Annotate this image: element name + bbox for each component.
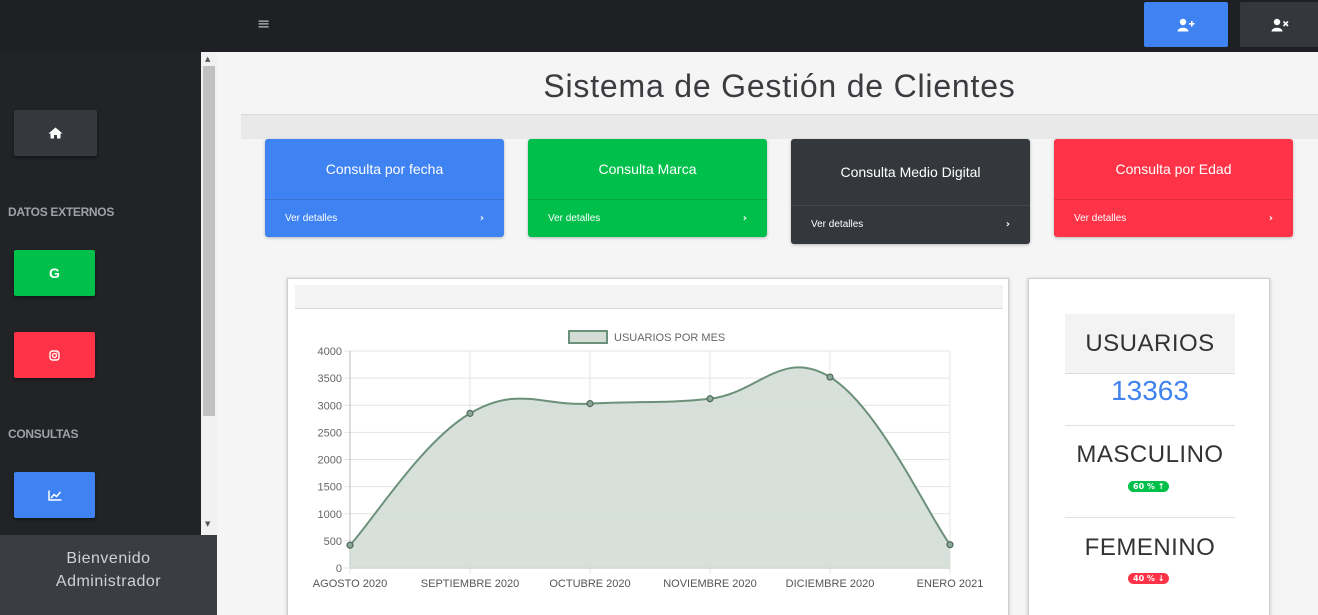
male-percent: 60 % (1133, 482, 1155, 491)
data-point (346, 541, 354, 549)
scroll-up-arrow-icon[interactable]: ▲ (205, 55, 210, 63)
card-link[interactable]: Ver detalles (285, 213, 337, 237)
section-label-queries: CONSULTAS (8, 427, 79, 441)
x-tick-label: OCTUBRE 2020 (549, 578, 630, 590)
page-title: Sistema de Gestión de Clientes (543, 68, 1016, 104)
users-label: USUARIOS (1065, 314, 1235, 374)
instagram-button[interactable] (14, 332, 95, 378)
data-point (706, 395, 714, 403)
chart-icon (47, 490, 61, 501)
card-consulta-medio-digital[interactable]: Consulta Medio Digital Ver detalles › (791, 139, 1030, 244)
users-count: 13363 (1111, 375, 1189, 406)
hamburger-icon[interactable]: ≡ (257, 14, 270, 33)
users-per-month-chart: 0 500 1000 1500 2000 2500 3000 3500 4000 AGOSTO 2… (313, 330, 984, 590)
data-point (946, 541, 954, 549)
legend-swatch (568, 330, 608, 344)
legend-label: USUARIOS POR MES (614, 332, 725, 344)
x-tick-label: NOVIEMBRE 2020 (663, 578, 757, 590)
scrollbar-thumb[interactable] (203, 66, 215, 416)
user-plus-icon (1177, 18, 1195, 31)
chart-panel: 0 500 1000 1500 2000 2500 3000 3500 4000 AGOSTO 2… (287, 278, 1009, 615)
home-button[interactable] (14, 110, 97, 156)
chart-button[interactable] (14, 472, 95, 518)
data-point (826, 373, 834, 381)
arrow-up-icon: ↑ (1157, 482, 1165, 491)
divider (1065, 517, 1235, 518)
add-user-button[interactable] (1144, 2, 1228, 47)
card-footer[interactable]: Ver detalles › (1054, 199, 1293, 237)
instagram-icon (49, 349, 60, 361)
card-title: Consulta por fecha (325, 161, 444, 177)
y-tick-label: 2500 (318, 427, 342, 439)
x-tick-label: ENERO 2021 (917, 578, 984, 590)
welcome-text: Bienvenido (66, 550, 151, 567)
chevron-right-icon: › (742, 213, 747, 224)
stats-panel: USUARIOS 13363 MASCULINO 60 % ↑ FEMENINO… (1028, 278, 1270, 615)
card-footer[interactable]: Ver detalles › (528, 199, 767, 237)
series-area (350, 367, 950, 568)
y-tick-label: 4000 (318, 346, 342, 358)
top-navbar: ≡ (0, 0, 1318, 52)
chevron-right-icon: › (1005, 219, 1010, 230)
card-link[interactable]: Ver detalles (811, 219, 863, 244)
welcome-panel: Bienvenido Administrador (0, 535, 217, 615)
x-tick-label: AGOSTO 2020 (313, 578, 387, 590)
chevron-right-icon: › (1268, 213, 1273, 224)
male-label: MASCULINO (1076, 441, 1224, 468)
data-point (466, 409, 474, 417)
section-label-external: DATOS EXTERNOS (8, 205, 115, 219)
scroll-down-arrow-icon[interactable]: ▼ (205, 520, 210, 528)
card-footer[interactable]: Ver detalles › (791, 205, 1030, 244)
female-percent: 40 % (1133, 574, 1155, 583)
arrow-down-icon: ↓ (1157, 574, 1165, 583)
x-tick-label: SEPTIEMBRE 2020 (421, 578, 519, 590)
card-title: Consulta Medio Digital (840, 164, 981, 180)
title-divider (241, 114, 1318, 139)
y-tick-label: 1500 (318, 482, 342, 494)
sidebar: DATOS EXTERNOS G CONSULTAS (0, 52, 201, 615)
card-consulta-fecha[interactable]: Consulta por fecha Ver detalles › (265, 139, 504, 237)
sidebar-scrollbar[interactable]: ▲ ▼ (201, 52, 217, 535)
card-title: Consulta por Edad (1115, 161, 1232, 177)
data-point (586, 400, 594, 408)
female-percent-badge: 40 % ↓ (1128, 573, 1170, 584)
user-role: Administrador (55, 573, 162, 590)
female-label: FEMENINO (1084, 534, 1216, 561)
y-tick-label: 0 (336, 563, 342, 575)
remove-user-button[interactable] (1240, 2, 1318, 47)
y-tick-label: 3000 (318, 400, 342, 412)
divider (1065, 425, 1235, 426)
card-consulta-edad[interactable]: Consulta por Edad Ver detalles › (1054, 139, 1293, 237)
card-title: Consulta Marca (598, 161, 697, 177)
y-tick-label: 500 (324, 536, 342, 548)
user-times-icon (1271, 18, 1289, 31)
y-tick-label: 2000 (318, 455, 342, 467)
card-consulta-marca[interactable]: Consulta Marca Ver detalles › (528, 139, 767, 237)
card-link[interactable]: Ver detalles (548, 213, 600, 237)
chevron-right-icon: › (479, 213, 484, 224)
google-button[interactable]: G (14, 250, 95, 296)
y-tick-label: 1000 (318, 509, 342, 521)
x-tick-label: DICIEMBRE 2020 (786, 578, 875, 590)
home-icon (48, 127, 63, 139)
card-footer[interactable]: Ver detalles › (265, 199, 504, 237)
google-icon: G (49, 265, 60, 281)
card-link[interactable]: Ver detalles (1074, 213, 1126, 237)
male-percent-badge: 60 % ↑ (1128, 481, 1170, 492)
y-tick-label: 3500 (318, 373, 342, 385)
